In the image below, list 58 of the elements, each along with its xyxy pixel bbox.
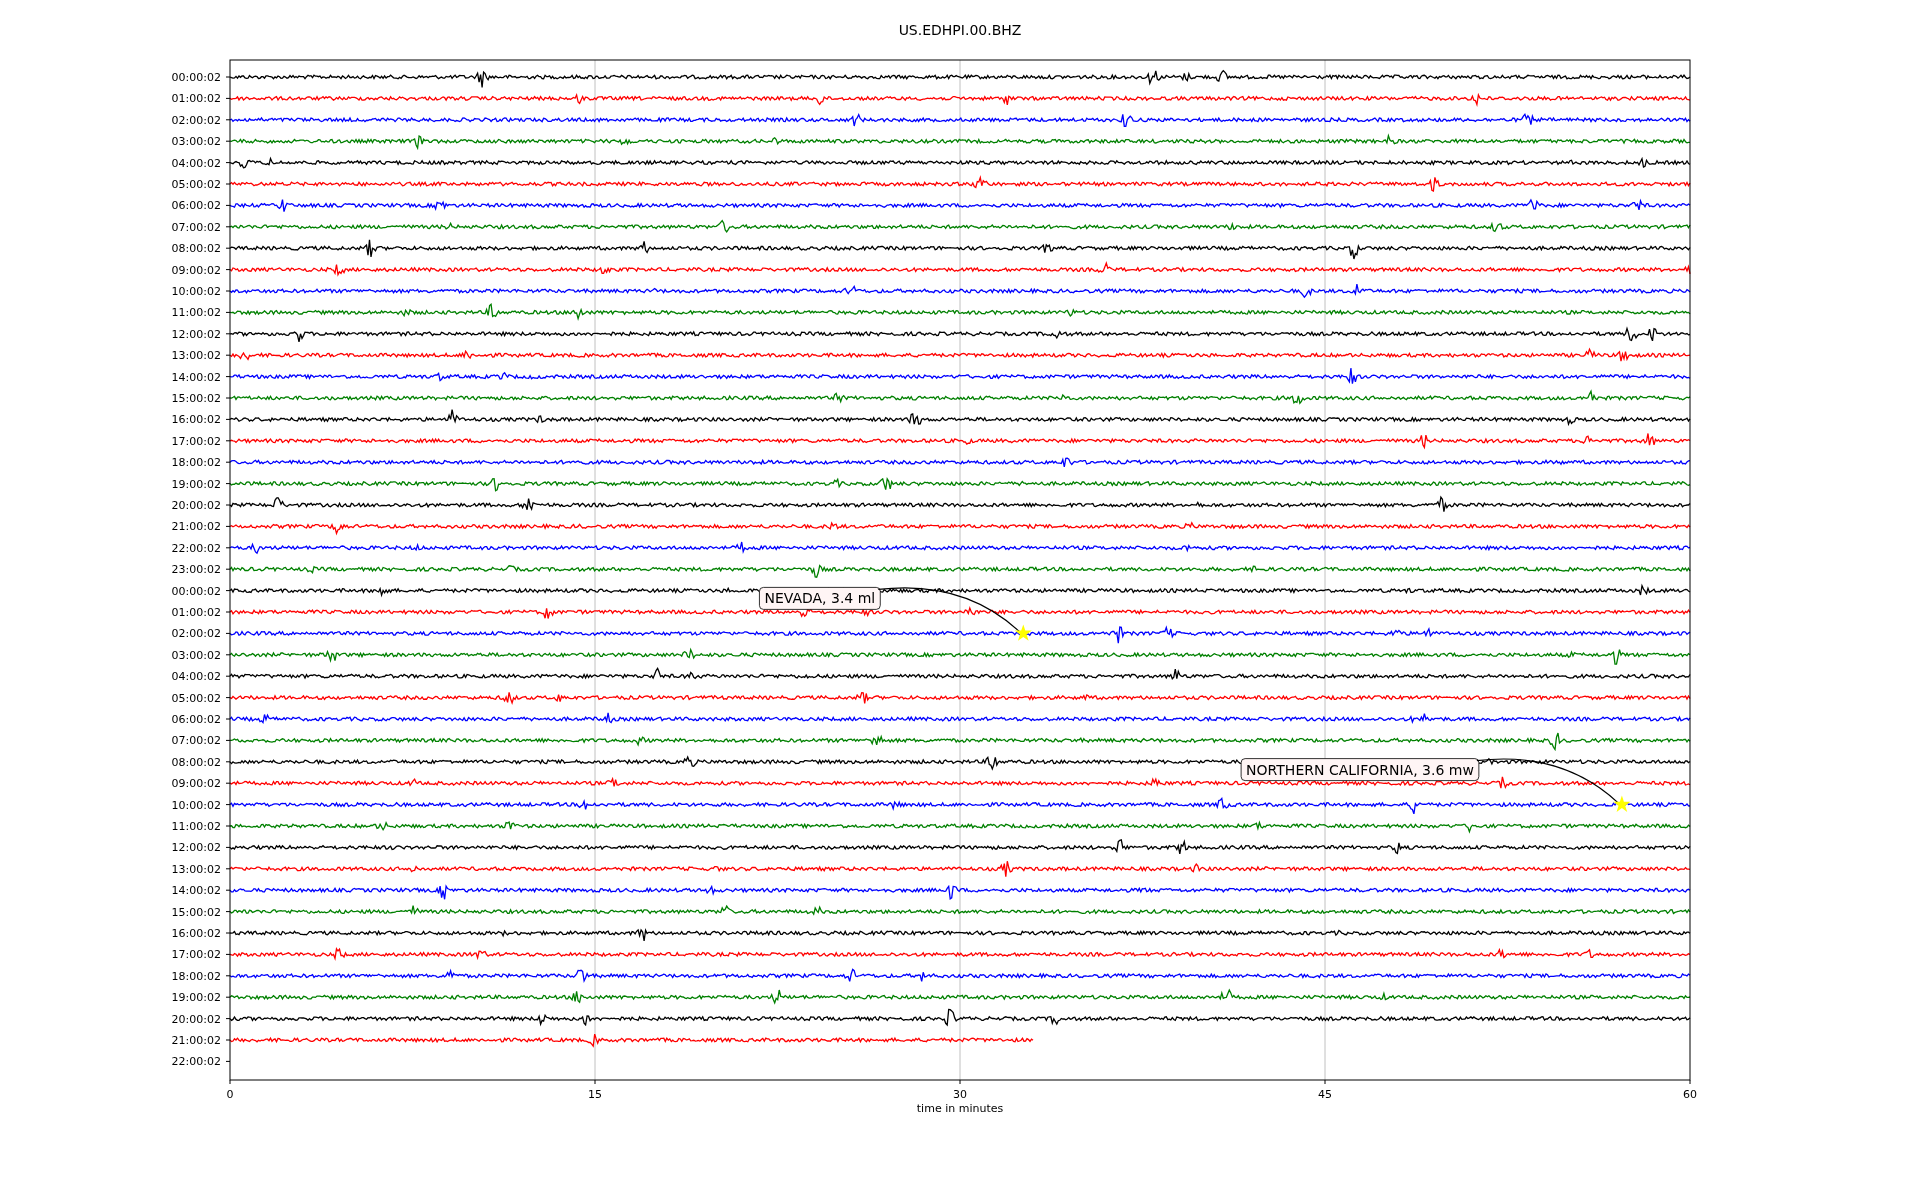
axis-label: 13:00:02	[171, 349, 221, 363]
axis-label: 15:00:02	[171, 905, 221, 919]
axis-label: 12:00:02	[171, 841, 221, 855]
axis-label: 14:00:02	[171, 884, 221, 898]
axis-label: 18:00:02	[171, 456, 221, 470]
axis-label: 08:00:02	[171, 242, 221, 256]
axis-label: 05:00:02	[171, 691, 221, 705]
axis-label: 03:00:02	[171, 135, 221, 149]
axis-label: 0	[226, 1088, 234, 1101]
axis-label: 22:00:02	[171, 1055, 221, 1069]
axis-label: 20:00:02	[171, 499, 221, 512]
axis-label: 45	[1318, 1088, 1332, 1101]
axis-label: 16:00:02	[171, 413, 221, 427]
axis-label: 02:00:02	[171, 113, 221, 127]
axis-label: 16:00:02	[171, 927, 221, 940]
axis-label: 05:00:02	[171, 178, 221, 191]
axis-label: 14:00:02	[171, 370, 221, 384]
axis-label: 18:00:02	[171, 969, 221, 983]
axis-label: 30	[953, 1088, 967, 1101]
axis-label: 03:00:02	[171, 648, 221, 662]
annotation-callout: NORTHERN CALIFORNIA, 3.6 mw	[1240, 758, 1480, 781]
axis-label: 09:00:02	[171, 263, 221, 277]
axis-label: 15:00:02	[171, 392, 221, 405]
axis-label: 04:00:02	[171, 670, 221, 684]
axis-label: 60	[1683, 1088, 1697, 1101]
axis-label: 12:00:02	[171, 327, 221, 341]
axis-label: 19:00:02	[171, 477, 221, 491]
star-icon	[1014, 624, 1032, 641]
axis-label: 11:00:02	[171, 820, 221, 833]
axis-label: 23:00:02	[171, 563, 221, 577]
axis-label: 20:00:02	[171, 1012, 221, 1026]
axis-label: 00:00:02	[171, 71, 221, 84]
axis-label: 09:00:02	[171, 777, 221, 791]
axis-label: 22:00:02	[171, 541, 221, 555]
axis-label: 02:00:02	[171, 627, 221, 641]
axis-label: 11:00:02	[171, 306, 221, 320]
axis-label: 07:00:02	[171, 220, 221, 234]
axis-label: 21:00:02	[171, 1034, 221, 1047]
axis-label: 08:00:02	[171, 755, 221, 769]
axis-label: 00:00:02	[171, 584, 221, 598]
axis-label: 10:00:02	[171, 798, 221, 812]
axis-label: 15	[588, 1088, 602, 1101]
axis-label: 13:00:02	[171, 862, 221, 876]
axis-label: 21:00:02	[171, 520, 221, 534]
axis-label: 01:00:02	[171, 92, 221, 106]
axis-label: 06:00:02	[171, 713, 221, 726]
axis-label: 04:00:02	[171, 156, 221, 170]
axis-label: 19:00:02	[171, 991, 221, 1005]
axis-label: 06:00:02	[171, 199, 221, 213]
axis-label: 07:00:02	[171, 734, 221, 748]
axis-label: 17:00:02	[171, 434, 221, 448]
axis-label: 17:00:02	[171, 948, 221, 962]
chart-title: US.EDHPI.00.BHZ	[898, 22, 1022, 38]
axis-title: time in minutes	[916, 1102, 1004, 1115]
axis-label: 10:00:02	[171, 285, 221, 298]
annotation-callout: NEVADA, 3.4 ml	[759, 587, 881, 610]
star-icon	[1613, 795, 1631, 812]
axis-label: 01:00:02	[171, 606, 221, 619]
